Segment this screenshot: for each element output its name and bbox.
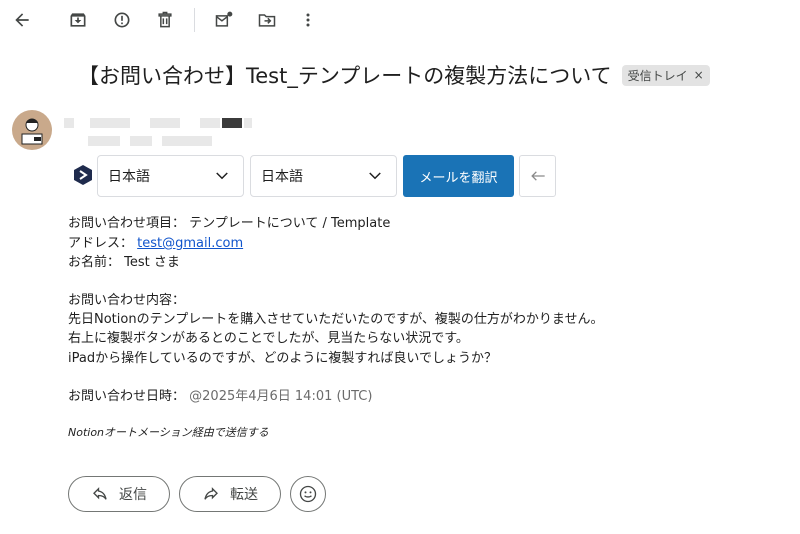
subject-row: 【お問い合わせ】Test_テンプレートの複製方法について 受信トレイ × (78, 60, 710, 90)
report-spam-icon[interactable] (110, 8, 134, 32)
automation-footer-note: Notionオートメーション経由で送信する (68, 426, 269, 439)
inquiry-content-line: 右上に複製ボタンがあるとのことでしたが、見当たらない状況です。 (68, 331, 469, 346)
reply-button[interactable]: 返信 (68, 476, 170, 512)
source-language-value: 日本語 (108, 169, 150, 185)
sender-name-redacted (200, 118, 220, 128)
address-line: アドレス： test@gmail.com (68, 232, 243, 251)
sender-name-redacted (64, 118, 74, 128)
chevron-down-icon (216, 172, 228, 180)
move-to-icon[interactable] (255, 8, 279, 32)
inquiry-item-label: お問い合わせ項目： (68, 216, 186, 231)
mark-unread-icon[interactable] (212, 8, 236, 32)
sender-name-redacted (222, 118, 242, 128)
back-arrow-icon[interactable] (10, 8, 34, 32)
inquiry-date-line: お問い合わせ日時： @2025年4月6日 14:01 (UTC) (68, 385, 372, 404)
sender-name-redacted (90, 118, 130, 128)
recipient-redacted (162, 136, 212, 146)
forward-icon (204, 487, 218, 500)
sender-name-redacted (244, 118, 252, 128)
inquiry-content-label: お問い合わせ内容： (68, 293, 186, 308)
delete-icon[interactable] (153, 8, 177, 32)
source-language-select[interactable]: 日本語 (97, 155, 244, 197)
translate-email-button[interactable]: メールを翻訳 (403, 155, 514, 197)
inquiry-item-value: テンプレートについて / Template (189, 216, 391, 231)
reply-label: 返信 (119, 487, 147, 503)
name-value: Test さま (124, 255, 180, 270)
avatar[interactable] (12, 110, 52, 150)
recipient-redacted (130, 136, 152, 146)
more-options-icon[interactable] (296, 8, 320, 32)
name-line: お名前： Test さま (68, 251, 180, 270)
left-arrow-icon (530, 171, 545, 181)
smiley-icon (299, 485, 317, 503)
email-address-link[interactable]: test@gmail.com (137, 236, 243, 251)
inquiry-content-line: 先日Notionのテンプレートを購入させていただいたのですが、複製の仕方がわかり… (68, 312, 604, 327)
inquiry-date-value: @2025年4月6日 14:01 (UTC) (189, 389, 373, 404)
recipient-redacted (88, 136, 120, 146)
translate-logo-icon (72, 164, 94, 186)
inquiry-item-line: お問い合わせ項目： テンプレートについて / Template (68, 212, 390, 231)
target-language-value: 日本語 (261, 169, 303, 185)
archive-icon[interactable] (66, 8, 90, 32)
forward-label: 転送 (230, 487, 258, 503)
name-label: お名前： (68, 255, 121, 270)
inbox-label-chip[interactable]: 受信トレイ × (621, 64, 710, 86)
sender-name-redacted (150, 118, 180, 128)
chevron-down-icon (369, 172, 381, 180)
toolbar-divider (194, 8, 195, 32)
forward-button[interactable]: 転送 (179, 476, 281, 512)
address-label: アドレス： (68, 236, 134, 251)
inquiry-content-line: iPadから操作しているのですが、どのように複製すれば良いでしょうか？ (68, 351, 498, 366)
email-subject: 【お問い合わせ】Test_テンプレートの複製方法について (78, 64, 612, 88)
reply-icon (93, 487, 107, 500)
inquiry-date-label: お問い合わせ日時： (68, 389, 186, 404)
emoji-reaction-button[interactable] (290, 476, 326, 512)
inbox-label-text: 受信トレイ (627, 68, 688, 83)
translate-back-button[interactable] (519, 155, 556, 197)
target-language-select[interactable]: 日本語 (250, 155, 397, 197)
remove-label-icon[interactable]: × (694, 68, 704, 82)
